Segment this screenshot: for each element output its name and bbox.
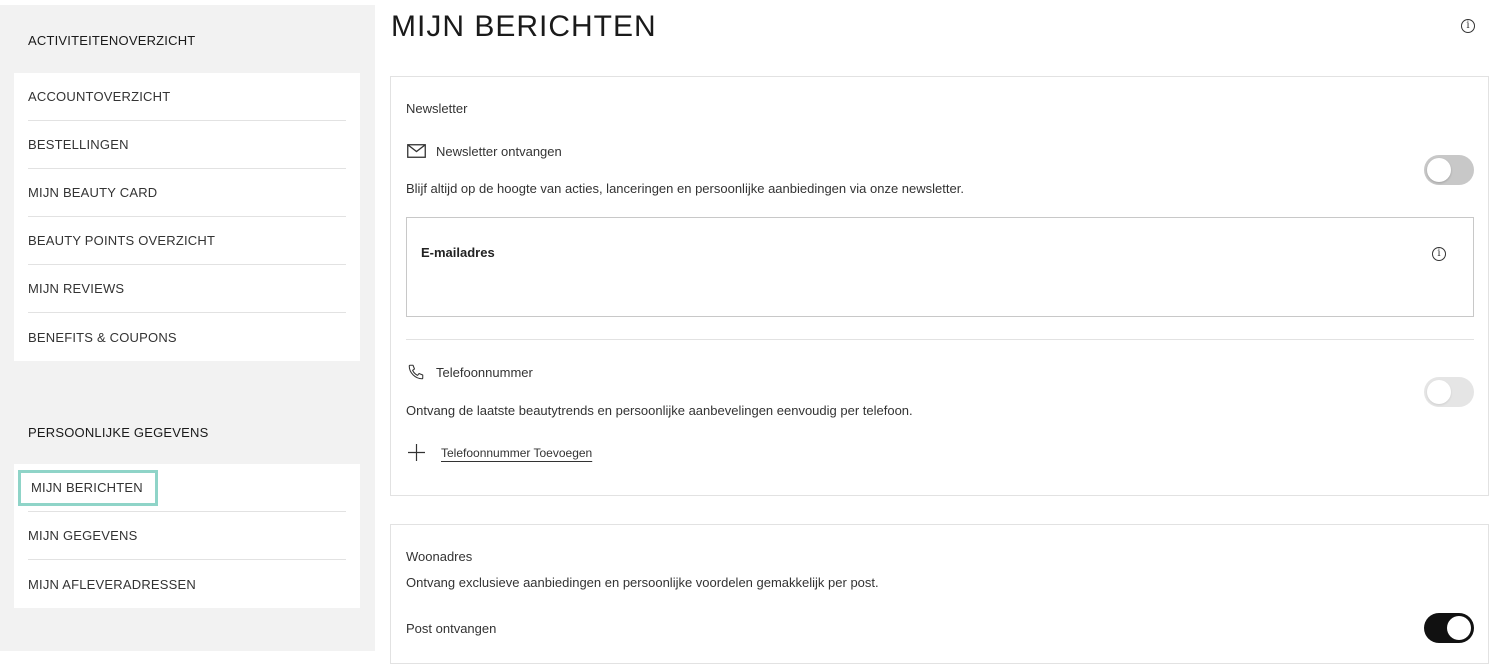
sidebar-item-label: MIJN GEGEVENS	[28, 528, 138, 543]
activity-overview-heading: ACTIVITEITENOVERZICHT	[28, 33, 196, 48]
add-phone-link[interactable]: Telefoonnummer Toevoegen	[441, 446, 592, 460]
info-icon[interactable]: i	[1461, 19, 1475, 33]
page-title: MIJN BERICHTEN	[391, 10, 657, 43]
sidebar-item-label: BESTELLINGEN	[28, 137, 129, 152]
sidebar-item-label: MIJN BERICHTEN	[18, 469, 158, 506]
sidebar-item-account-overview[interactable]: ACCOUNTOVERZICHT	[28, 73, 346, 121]
info-icon[interactable]: i	[1432, 247, 1446, 261]
sidebar-item-label: MIJN BEAUTY CARD	[28, 185, 158, 200]
sidebar-item-label: BEAUTY POINTS OVERZICHT	[28, 233, 216, 248]
sidebar-item-label: MIJN AFLEVERADRESSEN	[28, 576, 196, 592]
sidebar-item-my-details[interactable]: MIJN GEGEVENS	[28, 512, 346, 560]
personal-menu: MIJN BERICHTEN MIJN GEGEVENS MIJN AFLEVE…	[14, 464, 360, 608]
toggle-knob	[1427, 158, 1451, 182]
account-sidebar: ACTIVITEITENOVERZICHT ACCOUNTOVERZICHT B…	[0, 5, 375, 651]
phone-label: Telefoonnummer	[436, 365, 533, 380]
plus-icon[interactable]	[408, 444, 425, 461]
envelope-icon	[407, 144, 426, 158]
sidebar-item-beauty-points[interactable]: BEAUTY POINTS OVERZICHT	[28, 217, 346, 265]
newsletter-description: Blijf altijd op de hoogte van acties, la…	[406, 181, 964, 196]
sidebar-item-delivery-addresses[interactable]: MIJN AFLEVERADRESSEN	[28, 560, 346, 608]
sidebar-item-benefits-coupons[interactable]: BENEFITS & COUPONS	[28, 313, 346, 361]
email-field[interactable]: E-mailadres i	[406, 217, 1474, 317]
sidebar-item-orders[interactable]: BESTELLINGEN	[28, 121, 346, 169]
phone-icon	[408, 364, 424, 380]
address-heading: Woonadres	[406, 549, 473, 564]
sidebar-item-my-messages[interactable]: MIJN BERICHTEN	[18, 464, 346, 512]
phone-description: Ontvang de laatste beautytrends en perso…	[406, 403, 913, 418]
toggle-knob	[1427, 380, 1451, 404]
newsletter-toggle[interactable]	[1424, 155, 1474, 185]
newsletter-heading: Newsletter	[406, 101, 468, 116]
sidebar-item-beauty-card[interactable]: MIJN BEAUTY CARD	[28, 169, 346, 217]
toggle-knob	[1447, 616, 1471, 640]
phone-toggle[interactable]	[1424, 377, 1474, 407]
personal-details-heading: PERSOONLIJKE GEGEVENS	[28, 425, 209, 440]
post-toggle[interactable]	[1424, 613, 1474, 643]
activity-menu: ACCOUNTOVERZICHT BESTELLINGEN MIJN BEAUT…	[14, 73, 360, 361]
email-field-label: E-mailadres	[421, 245, 495, 260]
divider	[406, 339, 1474, 340]
sidebar-item-label: MIJN REVIEWS	[28, 281, 125, 296]
sidebar-item-label: ACCOUNTOVERZICHT	[28, 89, 171, 104]
address-description: Ontvang exclusieve aanbiedingen en perso…	[406, 575, 879, 590]
newsletter-label: Newsletter ontvangen	[436, 144, 562, 159]
newsletter-card: Newsletter Newsletter ontvangen Blijf al…	[390, 76, 1489, 496]
sidebar-item-label: BENEFITS & COUPONS	[28, 329, 177, 345]
address-card: Woonadres Ontvang exclusieve aanbiedinge…	[390, 524, 1489, 664]
post-label: Post ontvangen	[406, 621, 497, 636]
sidebar-item-reviews[interactable]: MIJN REVIEWS	[28, 265, 346, 313]
